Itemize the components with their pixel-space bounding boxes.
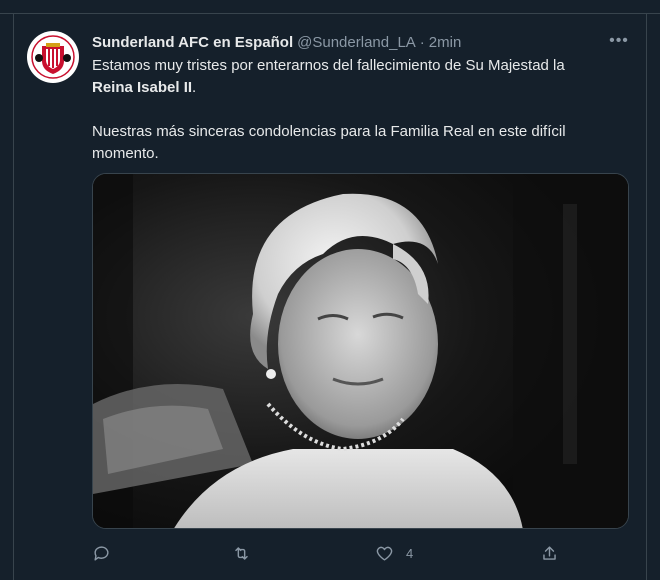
user-handle[interactable]: @Sunderland_LA xyxy=(297,34,416,51)
like-icon xyxy=(376,546,393,561)
display-name[interactable]: Sunderland AFC en Español xyxy=(92,34,293,51)
photo-icon xyxy=(93,174,628,528)
retweet-icon xyxy=(235,546,248,560)
avatar[interactable] xyxy=(27,31,79,83)
like-count: 4 xyxy=(406,545,414,561)
tweet-card[interactable]: Sunderland AFC en Español @Sunderland_LA… xyxy=(15,15,646,580)
like-button[interactable]: 4 xyxy=(375,540,413,566)
tweet-text: Estamos muy tristes por enterarnos del f… xyxy=(92,55,627,165)
reply-icon xyxy=(94,545,109,561)
reply-button[interactable] xyxy=(92,540,111,566)
tweet-line-2-suffix: . xyxy=(192,79,197,96)
separator-dot: · xyxy=(419,33,425,51)
tweet-actions: 4 xyxy=(92,540,562,566)
club-crest-icon xyxy=(31,35,75,79)
tweet-bold-text: Reina Isabel II xyxy=(92,79,193,96)
tweet-photo[interactable] xyxy=(92,173,629,529)
left-divider xyxy=(0,14,14,580)
timestamp[interactable]: 2min xyxy=(429,34,462,51)
tweet-paragraph-2: Nuestras más sinceras condolencias para … xyxy=(92,123,566,162)
right-divider xyxy=(646,14,660,580)
tweet-paragraph-1: Estamos muy tristes por enterarnos del f… xyxy=(92,55,627,99)
tweet-header: Sunderland AFC en Español @Sunderland_LA… xyxy=(92,31,612,53)
top-divider xyxy=(0,0,660,14)
more-icon: ••• xyxy=(609,32,629,49)
retweet-button[interactable] xyxy=(232,540,251,566)
tweet-line-1: Estamos muy tristes por enterarnos del f… xyxy=(92,57,565,74)
share-button[interactable] xyxy=(540,540,559,566)
more-options-button[interactable]: ••• xyxy=(607,29,631,53)
share-icon xyxy=(543,545,556,560)
